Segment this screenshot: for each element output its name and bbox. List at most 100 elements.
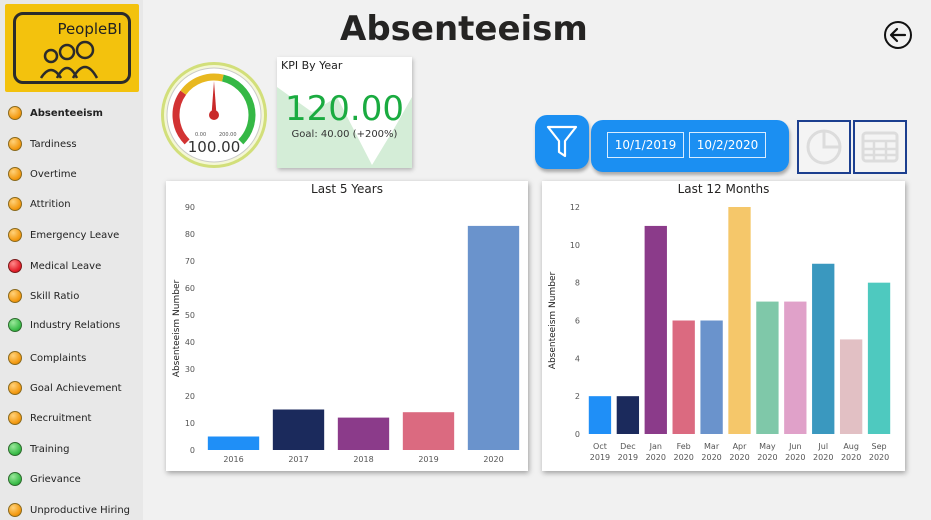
kpi-goal: Goal: 40.00 (+200%) bbox=[291, 129, 398, 140]
x-tick-label: 2020 bbox=[757, 453, 777, 462]
sidebar-item-tardiness[interactable]: Tardiness bbox=[8, 133, 140, 155]
bar bbox=[272, 409, 325, 450]
kpi-value: 120.00 bbox=[285, 89, 404, 129]
sidebar-item-skill-ratio[interactable]: Skill Ratio bbox=[8, 285, 140, 307]
sidebar-item-label: Medical Leave bbox=[30, 260, 102, 272]
status-dot-icon bbox=[8, 411, 22, 425]
x-tick-label: 2020 bbox=[483, 455, 503, 464]
table-icon bbox=[861, 131, 899, 163]
sidebar-item-label: Training bbox=[30, 443, 70, 455]
x-tick-label: 2020 bbox=[841, 453, 861, 462]
date-end-input[interactable]: 10/2/2020 bbox=[689, 132, 766, 158]
y-tick-label: 30 bbox=[185, 365, 195, 374]
y-tick-label: 8 bbox=[575, 279, 580, 288]
y-tick-label: 0 bbox=[575, 430, 580, 439]
x-tick-label: 2019 bbox=[590, 453, 610, 462]
bar bbox=[616, 396, 640, 434]
kpi-by-year-card: KPI By Year 120.00 Goal: 40.00 (+200%) bbox=[277, 57, 412, 168]
sidebar-item-label: Complaints bbox=[30, 352, 87, 364]
status-dot-icon bbox=[8, 289, 22, 303]
status-dot-icon bbox=[8, 318, 22, 332]
sidebar-item-industry-relations[interactable]: Industry Relations bbox=[8, 314, 140, 336]
x-tick-label: 2017 bbox=[288, 455, 308, 464]
peoplebi-logo[interactable]: PeopleBI bbox=[5, 4, 139, 92]
y-tick-label: 2 bbox=[575, 392, 580, 401]
sidebar-item-label: Emergency Leave bbox=[30, 229, 120, 241]
x-tick-label: 2020 bbox=[646, 453, 666, 462]
sidebar-item-complaints[interactable]: Complaints bbox=[8, 347, 140, 369]
logo-text: PeopleBI bbox=[57, 20, 122, 38]
status-dot-icon bbox=[8, 137, 22, 151]
x-tick-label: 2019 bbox=[418, 455, 438, 464]
status-dot-icon bbox=[8, 259, 22, 273]
x-tick-label: May bbox=[759, 442, 776, 451]
x-tick-label: Jan bbox=[649, 442, 662, 451]
filter-button[interactable] bbox=[535, 115, 589, 169]
x-tick-label: Apr bbox=[733, 442, 748, 451]
y-tick-label: 6 bbox=[575, 317, 580, 326]
bar bbox=[812, 263, 835, 434]
sidebar-item-label: Overtime bbox=[30, 168, 77, 180]
sidebar-item-absenteeism[interactable]: Absenteeism bbox=[8, 102, 140, 124]
bar bbox=[700, 320, 723, 434]
sidebar-item-grievance[interactable]: Grievance bbox=[8, 468, 140, 490]
bar bbox=[672, 320, 695, 434]
sidebar-item-label: Recruitment bbox=[30, 412, 92, 424]
sidebar-item-label: Industry Relations bbox=[30, 319, 121, 331]
x-tick-label: Jun bbox=[788, 442, 802, 451]
sidebar-item-goal-achievement[interactable]: Goal Achievement bbox=[8, 377, 140, 399]
status-dot-icon bbox=[8, 106, 22, 120]
x-tick-label: Sep bbox=[872, 442, 887, 451]
y-tick-label: 0 bbox=[190, 446, 195, 455]
y-tick-label: 90 bbox=[185, 203, 195, 212]
status-dot-icon bbox=[8, 503, 22, 517]
y-axis-title: Absenteeism Number bbox=[548, 272, 558, 370]
y-axis-title: Absenteeism Number bbox=[172, 280, 182, 378]
status-dot-icon bbox=[8, 351, 22, 365]
y-tick-label: 80 bbox=[185, 230, 195, 239]
y-tick-label: 70 bbox=[185, 257, 195, 266]
x-tick-label: 2020 bbox=[785, 453, 805, 462]
sidebar-item-attrition[interactable]: Attrition bbox=[8, 193, 140, 215]
chart-title: Last 5 Years bbox=[311, 182, 383, 196]
sidebar-item-label: Unproductive Hiring bbox=[30, 504, 131, 516]
back-button[interactable] bbox=[883, 20, 913, 50]
people-icon bbox=[39, 40, 99, 79]
x-tick-label: Dec bbox=[620, 442, 635, 451]
status-dot-icon bbox=[8, 197, 22, 211]
page-title: Absenteeism bbox=[340, 9, 588, 49]
bar bbox=[588, 396, 612, 434]
x-tick-label: Feb bbox=[677, 442, 691, 451]
bar bbox=[207, 436, 260, 450]
y-tick-label: 40 bbox=[185, 338, 195, 347]
date-start-input[interactable]: 10/1/2019 bbox=[607, 132, 684, 158]
x-tick-label: Oct bbox=[593, 442, 607, 451]
sidebar-item-recruitment[interactable]: Recruitment bbox=[8, 407, 140, 429]
x-tick-label: 2018 bbox=[353, 455, 373, 464]
bar bbox=[756, 301, 779, 434]
pie-view-button[interactable] bbox=[797, 120, 851, 174]
chart-title: Last 12 Months bbox=[677, 182, 770, 196]
absenteeism-gauge: 0.00 200.00 100.00 bbox=[159, 60, 269, 170]
x-tick-label: 2020 bbox=[701, 453, 721, 462]
sidebar-item-label: Absenteeism bbox=[30, 107, 103, 119]
status-dot-icon bbox=[8, 381, 22, 395]
x-tick-label: 2020 bbox=[729, 453, 749, 462]
y-tick-label: 50 bbox=[185, 311, 195, 320]
sidebar-item-training[interactable]: Training bbox=[8, 438, 140, 460]
x-tick-label: 2020 bbox=[869, 453, 889, 462]
sidebar-item-emergency-leave[interactable]: Emergency Leave bbox=[8, 224, 140, 246]
bar bbox=[402, 412, 455, 450]
date-range-slicer: 10/1/2019 10/2/2020 bbox=[591, 120, 789, 172]
bar bbox=[839, 339, 863, 434]
y-tick-label: 12 bbox=[570, 203, 580, 212]
y-tick-label: 10 bbox=[570, 241, 580, 250]
sidebar-item-medical-leave[interactable]: Medical Leave bbox=[8, 255, 140, 277]
sidebar-item-unproductive-hiring[interactable]: Unproductive Hiring bbox=[8, 499, 140, 520]
sidebar-item-label: Grievance bbox=[30, 473, 81, 485]
table-view-button[interactable] bbox=[853, 120, 907, 174]
bar bbox=[728, 207, 751, 434]
bar bbox=[337, 417, 390, 450]
sidebar-item-overtime[interactable]: Overtime bbox=[8, 163, 140, 185]
sidebar-item-label: Skill Ratio bbox=[30, 290, 80, 302]
